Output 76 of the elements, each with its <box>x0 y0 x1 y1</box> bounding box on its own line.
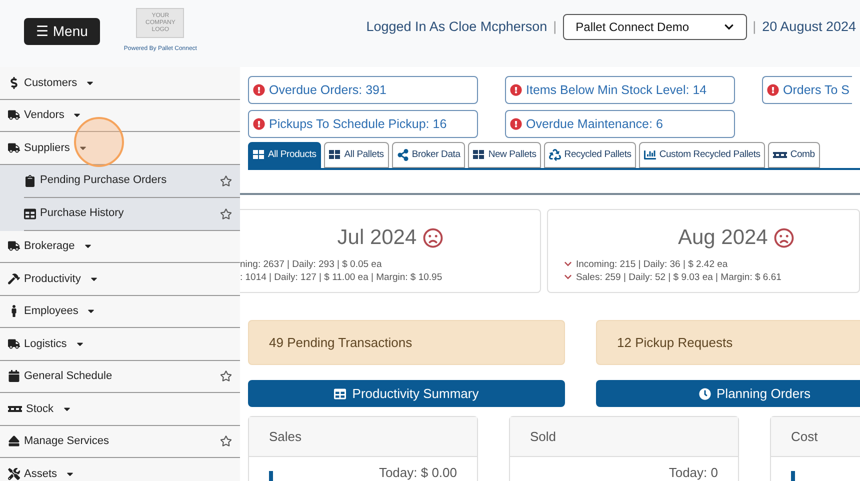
tab[interactable]: Broker Data <box>392 142 466 168</box>
action-button[interactable]: Planning Orders <box>596 380 860 407</box>
card-title: Sold <box>530 428 556 446</box>
sidebar-item[interactable]: Manage Services <box>0 426 240 458</box>
table-icon <box>334 388 346 400</box>
company-select[interactable]: Pallet Connect Demo <box>562 14 747 40</box>
exclamation-icon <box>510 84 522 96</box>
truck-icon <box>8 338 20 350</box>
hammer-icon <box>8 272 20 285</box>
truck-icon <box>8 240 20 252</box>
sidebar-item[interactable]: Brokerage <box>0 230 240 263</box>
exclamation-icon <box>253 118 265 130</box>
recycle-icon <box>549 149 562 161</box>
chart-icon <box>269 471 273 481</box>
eject-icon <box>8 435 20 448</box>
tools-icon <box>8 468 20 480</box>
pallet-icon <box>8 404 22 413</box>
down-arrow-icon <box>564 260 572 268</box>
tab[interactable]: All Pallets <box>324 142 389 168</box>
alert-link[interactable]: Items Below Min Stock Level: 14 <box>505 76 735 104</box>
tab[interactable]: Recycled Pallets <box>544 142 636 168</box>
sidebar-item[interactable]: Vendors <box>0 100 240 132</box>
clock-icon <box>698 388 711 400</box>
date-text: 20 August 2024 <box>762 18 856 36</box>
share-icon <box>396 149 409 161</box>
star-icon[interactable] <box>220 435 232 448</box>
star-icon[interactable] <box>220 370 232 382</box>
notice-panel[interactable]: 49 Pending Transactions <box>248 320 565 365</box>
truck-icon <box>8 142 20 154</box>
sidebar-item[interactable]: Employees <box>0 296 240 328</box>
alert-link[interactable]: Orders To S <box>762 76 852 104</box>
notice-panel[interactable]: 12 Pickup Requests <box>596 320 860 365</box>
table-icon <box>24 208 36 220</box>
separator: | <box>752 18 756 36</box>
tab[interactable]: All Products <box>248 142 322 168</box>
frown-icon <box>774 228 794 248</box>
calendar-icon <box>8 370 20 382</box>
alert-link[interactable]: Overdue Maintenance: 6 <box>505 110 735 138</box>
clipboard-icon <box>24 174 36 186</box>
stat-line: ning: 2637 | Daily: 293 | $ 0.05 ea <box>240 258 382 270</box>
sidebar-item[interactable]: General Schedule <box>0 360 240 393</box>
pallet-icon <box>329 150 342 160</box>
exclamation-icon <box>510 118 522 130</box>
today-text: Today: 0 <box>668 464 718 481</box>
stat-line: Sales: 259 | Daily: 52 | $ 9.03 ea | Margin: $ 6.61 <box>576 270 782 284</box>
chevron-icon <box>724 22 734 32</box>
pallet-icon <box>773 151 788 159</box>
action-button[interactable]: Productivity Summary <box>248 380 565 407</box>
frown-icon <box>422 228 443 248</box>
stat-line: : 1014 | Daily: 127 | $ 11.00 ea | Margin: $ 10.95 <box>240 270 442 284</box>
menu-button[interactable]: ☰ Menu <box>24 18 100 45</box>
alert-link[interactable]: Pickups To Schedule Pickup: 16 <box>248 110 478 138</box>
card-title: Cost <box>791 428 818 446</box>
bar-chart-icon <box>644 149 656 161</box>
tab[interactable]: Comb <box>768 142 820 168</box>
star-icon[interactable] <box>220 174 232 186</box>
pallet-icon <box>473 150 486 160</box>
tab[interactable]: Custom Recycled Pallets <box>639 142 766 168</box>
star-icon[interactable] <box>220 208 232 220</box>
exclamation-icon <box>253 84 265 96</box>
alert-link[interactable]: Overdue Orders: 391 <box>248 76 478 104</box>
pallet-icon <box>253 150 265 160</box>
card-title: Sales <box>269 428 302 446</box>
chart-icon <box>791 471 795 481</box>
logged-in-text: Logged In As Cloe Mcpherson <box>366 18 548 36</box>
month-title: Aug 2024 <box>678 225 768 251</box>
today-text: Today: $ 0.00 <box>378 464 457 481</box>
month-title: Jul 2024 <box>337 225 417 251</box>
tab[interactable]: New Pallets <box>468 142 542 168</box>
separator: | <box>553 18 557 36</box>
down-arrow-icon <box>564 273 572 281</box>
click-indicator <box>74 117 124 167</box>
exclamation-icon <box>767 84 779 96</box>
stat-line: Incoming: 215 | Daily: 36 | $ 2.42 ea <box>576 258 728 270</box>
truck-icon <box>8 109 20 122</box>
dollar-icon <box>8 76 20 89</box>
